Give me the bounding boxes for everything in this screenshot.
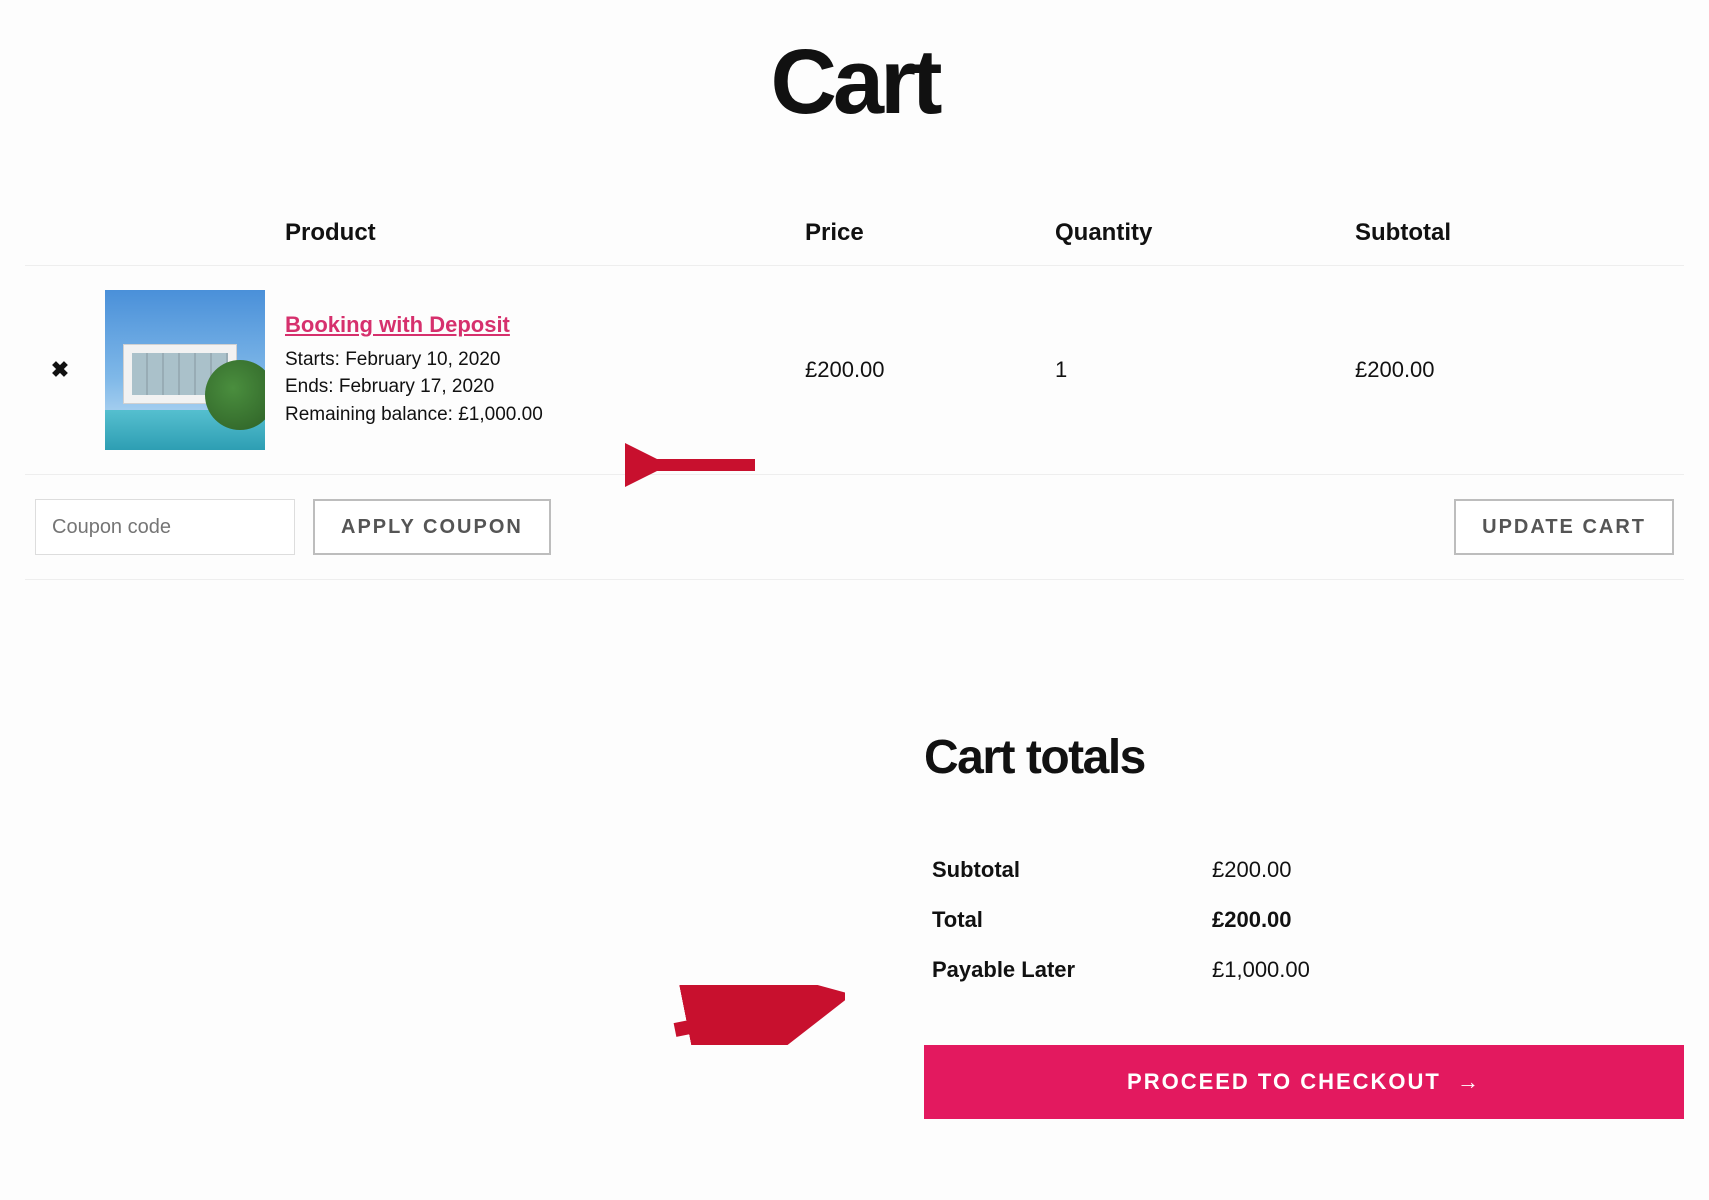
payable-later-value: £1,000.00 xyxy=(1204,945,1684,995)
annotation-arrow-icon xyxy=(665,985,845,1045)
remove-item-button[interactable]: ✖ xyxy=(51,357,69,383)
total-value: £200.00 xyxy=(1204,895,1684,945)
header-subtotal: Subtotal xyxy=(1345,205,1684,266)
header-price: Price xyxy=(795,205,1045,266)
cart-row: ✖ Booking with Deposit Starts: February … xyxy=(25,266,1684,475)
apply-coupon-button[interactable]: APPLY COUPON xyxy=(313,499,551,555)
arrow-right-icon: → xyxy=(1457,1069,1481,1094)
proceed-to-checkout-button[interactable]: PROCEED TO CHECKOUT → xyxy=(924,1045,1684,1119)
checkout-label: PROCEED TO CHECKOUT xyxy=(1127,1069,1441,1094)
starts-label: Starts: xyxy=(285,346,340,374)
total-label: Total xyxy=(924,895,1204,945)
item-price: £200.00 xyxy=(795,266,1045,475)
cart-table: Product Price Quantity Subtotal ✖ Booki xyxy=(25,205,1684,580)
cart-totals-title: Cart totals xyxy=(924,730,1684,785)
subtotal-label: Subtotal xyxy=(924,845,1204,895)
ends-value: February 17, 2020 xyxy=(339,376,494,397)
product-meta: Starts: February 10, 2020 Ends: February… xyxy=(285,346,785,429)
starts-value: February 10, 2020 xyxy=(345,349,500,370)
header-quantity: Quantity xyxy=(1045,205,1345,266)
ends-label: Ends: xyxy=(285,373,334,401)
cart-totals-table: Subtotal £200.00 Total £200.00 Payable L… xyxy=(924,845,1684,995)
item-quantity: 1 xyxy=(1045,266,1345,475)
update-cart-button[interactable]: UPDATE CART xyxy=(1454,499,1674,555)
balance-value: £1,000.00 xyxy=(458,404,543,425)
page-title: Cart xyxy=(25,30,1684,135)
product-link[interactable]: Booking with Deposit xyxy=(285,312,510,337)
subtotal-value: £200.00 xyxy=(1204,845,1684,895)
coupon-input[interactable] xyxy=(35,499,295,555)
header-product: Product xyxy=(275,205,795,266)
balance-label: Remaining balance: xyxy=(285,401,453,429)
payable-later-label: Payable Later xyxy=(924,945,1204,995)
product-thumbnail[interactable] xyxy=(105,290,265,450)
item-subtotal: £200.00 xyxy=(1345,266,1684,475)
